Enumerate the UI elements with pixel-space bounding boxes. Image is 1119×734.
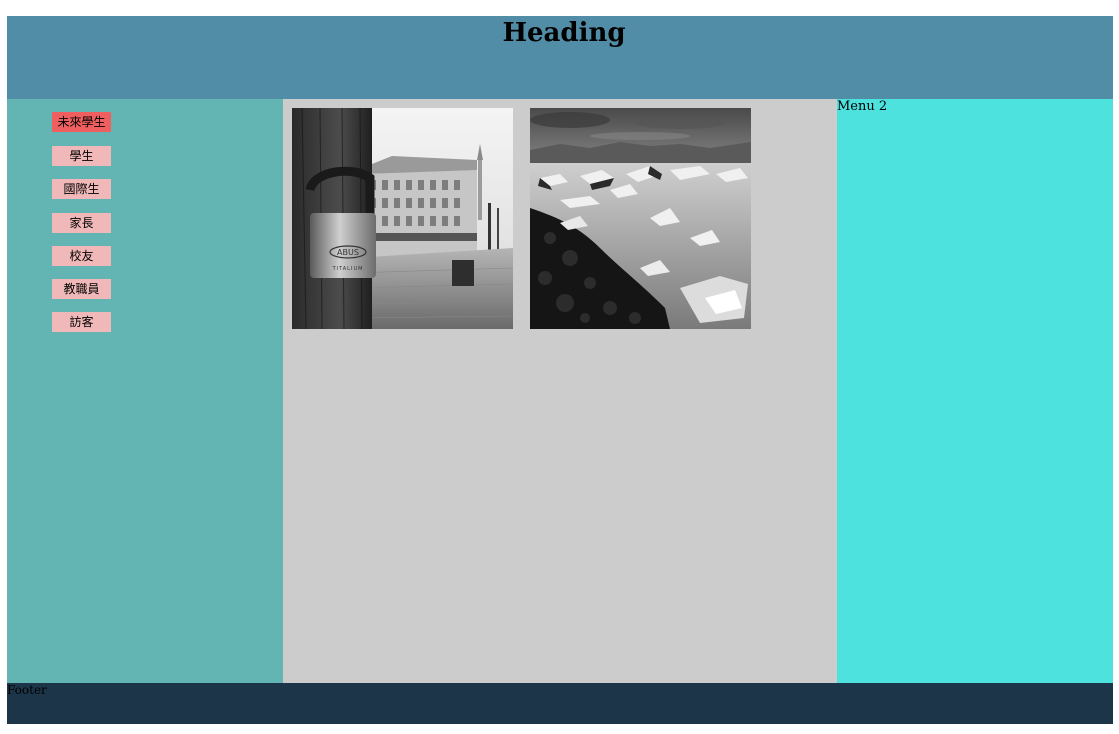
lock-model-text: TITALIUM — [332, 266, 364, 272]
lock-brand-text: ABUS — [337, 248, 359, 257]
menu-item-future-students[interactable]: 未來學生 — [52, 112, 111, 132]
right-sidebar: Menu 2 — [837, 99, 1113, 683]
glacier-lagoon-photo — [530, 108, 751, 329]
page: Heading 未來學生 學生 國際生 家長 校友 教職員 訪客 ABUS TI… — [7, 16, 1113, 724]
main-content: ABUS TITALIUM — [283, 99, 837, 683]
menu-item-visitors[interactable]: 訪客 — [52, 312, 111, 332]
menu-item-parents[interactable]: 家長 — [52, 213, 111, 233]
menu-item-students[interactable]: 學生 — [52, 146, 111, 166]
menu-item-staff[interactable]: 教職員 — [52, 279, 111, 299]
menu-2-title: Menu 2 — [837, 99, 888, 114]
footer-text: Footer — [7, 683, 47, 697]
footer: Footer — [7, 683, 1113, 724]
page-title: Heading — [502, 18, 626, 48]
header: Heading — [7, 16, 1113, 99]
menu-item-alumni[interactable]: 校友 — [52, 246, 111, 266]
padlock-street-photo: ABUS TITALIUM — [292, 108, 513, 329]
menu-item-international-students[interactable]: 國際生 — [52, 179, 111, 199]
left-sidebar: 未來學生 學生 國際生 家長 校友 教職員 訪客 — [7, 99, 283, 683]
